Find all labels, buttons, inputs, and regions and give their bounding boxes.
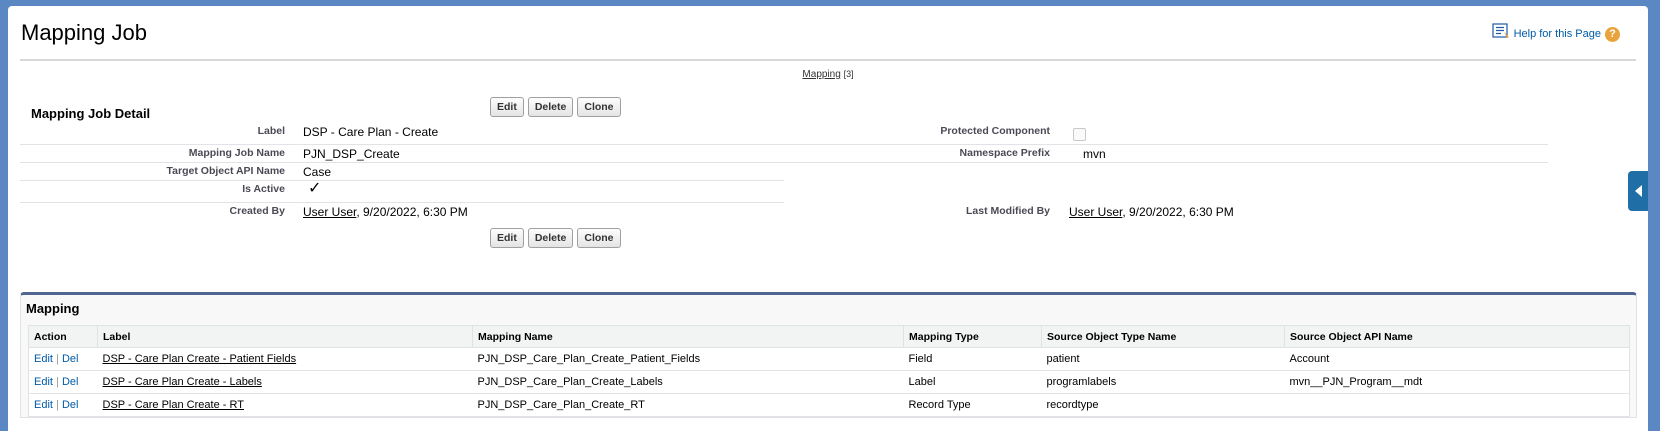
source-object-type-name-cell: recordtype	[1041, 393, 1285, 417]
row-delete-link[interactable]: Del	[62, 376, 79, 388]
mapping-name-cell: PJN_DSP_Care_Plan_Create_Patient_Fields	[472, 347, 904, 371]
edit-button[interactable]: Edit	[490, 97, 524, 117]
delete-button[interactable]: Delete	[527, 97, 574, 117]
target-object-api-name-value: Case	[303, 165, 332, 179]
detail-section-title: Mapping Job Detail	[31, 106, 151, 121]
row-divider	[20, 162, 1548, 163]
row-delete-link[interactable]: Del	[62, 399, 79, 411]
title-divider	[20, 59, 1636, 61]
created-by-date: , 9/20/2022, 6:30 PM	[356, 205, 468, 219]
mapping-table: Action Label Mapping Name Mapping Type S…	[28, 325, 1630, 417]
help-for-this-page[interactable]: Help for this Page ?	[1491, 23, 1620, 42]
related-list-links: Mapping [3]	[8, 69, 1648, 80]
top-button-row: Edit Delete Clone	[490, 97, 621, 117]
collapse-left-icon	[1634, 185, 1642, 197]
help-page-icon	[1491, 23, 1509, 38]
label-cell: DSP - Care Plan Create - Labels	[97, 370, 473, 394]
mapping-name-cell: PJN_DSP_Care_Plan_Create_RT	[472, 393, 904, 417]
label-field-label: Label	[257, 125, 285, 137]
column-header-action: Action	[28, 325, 98, 348]
mapping-related-list-title: Mapping	[26, 301, 80, 316]
table-row: Edit | Del DSP - Care Plan Create - Pati…	[28, 347, 1630, 371]
sidebar-toggle-tab[interactable]	[1628, 171, 1648, 211]
row-label-link[interactable]: DSP - Care Plan Create - Labels	[103, 376, 262, 388]
column-header-mapping-type: Mapping Type	[903, 325, 1042, 348]
protected-component-label: Protected Component	[940, 125, 1050, 137]
source-object-api-name-cell: Account	[1284, 347, 1630, 371]
is-active-check-icon: ✓	[308, 180, 322, 197]
help-question-icon[interactable]: ?	[1605, 26, 1620, 42]
action-separator: |	[56, 399, 59, 411]
row-label-link[interactable]: DSP - Care Plan Create - RT	[103, 399, 244, 411]
row-divider	[20, 180, 784, 181]
mapping-name-cell: PJN_DSP_Care_Plan_Create_Labels	[472, 370, 904, 394]
created-by-label: Created By	[229, 205, 285, 217]
source-object-api-name-cell: mvn__PJN_Program__mdt	[1284, 370, 1630, 394]
edit-button[interactable]: Edit	[490, 228, 524, 248]
column-header-source-object-api-name: Source Object API Name	[1284, 325, 1630, 348]
mapping-job-name-value: PJN_DSP_Create	[303, 147, 400, 161]
bottom-button-row: Edit Delete Clone	[490, 228, 621, 248]
action-separator: |	[56, 353, 59, 365]
row-edit-link[interactable]: Edit	[34, 399, 53, 411]
page-title: Mapping Job	[21, 20, 147, 45]
label-cell: DSP - Care Plan Create - RT	[97, 393, 473, 417]
target-object-api-name-label: Target Object API Name	[166, 165, 285, 177]
table-header-row: Action Label Mapping Name Mapping Type S…	[28, 325, 1630, 348]
row-divider	[20, 144, 1548, 145]
help-link[interactable]: Help for this Page	[1514, 28, 1601, 40]
created-by-value: User User, 9/20/2022, 6:30 PM	[303, 205, 468, 219]
action-separator: |	[56, 376, 59, 388]
clone-button[interactable]: Clone	[577, 228, 621, 248]
delete-button[interactable]: Delete	[527, 228, 574, 248]
last-modified-by-date: , 9/20/2022, 6:30 PM	[1122, 205, 1234, 219]
column-header-mapping-name: Mapping Name	[472, 325, 904, 348]
source-object-type-name-cell: patient	[1041, 347, 1285, 371]
action-cell: Edit | Del	[28, 393, 98, 417]
source-object-type-name-cell: programlabels	[1041, 370, 1285, 394]
row-divider	[20, 202, 784, 203]
page-frame: Mapping Job Help for this Page ? Mapping…	[8, 6, 1648, 431]
created-by-user-link[interactable]: User User	[303, 205, 356, 219]
last-modified-by-user-link[interactable]: User User	[1069, 205, 1122, 219]
table-row: Edit | Del DSP - Care Plan Create - Labe…	[28, 370, 1630, 394]
action-cell: Edit | Del	[28, 347, 98, 371]
last-modified-by-value: User User, 9/20/2022, 6:30 PM	[1069, 205, 1234, 219]
row-label-link[interactable]: DSP - Care Plan Create - Patient Fields	[103, 353, 297, 365]
mapping-type-cell: Field	[903, 347, 1042, 371]
mapping-related-list: Mapping Action Label Mapping Name Mappin…	[20, 292, 1637, 418]
source-object-api-name-cell	[1284, 393, 1630, 417]
last-modified-by-label: Last Modified By	[965, 205, 1050, 217]
row-delete-link[interactable]: Del	[62, 353, 79, 365]
row-edit-link[interactable]: Edit	[34, 353, 53, 365]
mapping-type-cell: Label	[903, 370, 1042, 394]
namespace-prefix-label: Namespace Prefix	[959, 147, 1050, 159]
protected-component-checkbox	[1073, 128, 1086, 141]
related-link-mapping[interactable]: Mapping	[802, 69, 840, 80]
label-cell: DSP - Care Plan Create - Patient Fields	[97, 347, 473, 371]
column-header-label: Label	[97, 325, 473, 348]
mapping-job-name-label: Mapping Job Name	[188, 147, 285, 159]
row-edit-link[interactable]: Edit	[34, 376, 53, 388]
table-row: Edit | Del DSP - Care Plan Create - RT P…	[28, 393, 1630, 417]
action-cell: Edit | Del	[28, 370, 98, 394]
related-link-mapping-count: [3]	[843, 69, 854, 79]
clone-button[interactable]: Clone	[577, 97, 621, 117]
namespace-prefix-value: mvn	[1083, 147, 1106, 161]
label-field-value: DSP - Care Plan - Create	[303, 125, 439, 139]
column-header-source-object-type-name: Source Object Type Name	[1041, 325, 1285, 348]
is-active-label: Is Active	[242, 183, 285, 195]
mapping-type-cell: Record Type	[903, 393, 1042, 417]
